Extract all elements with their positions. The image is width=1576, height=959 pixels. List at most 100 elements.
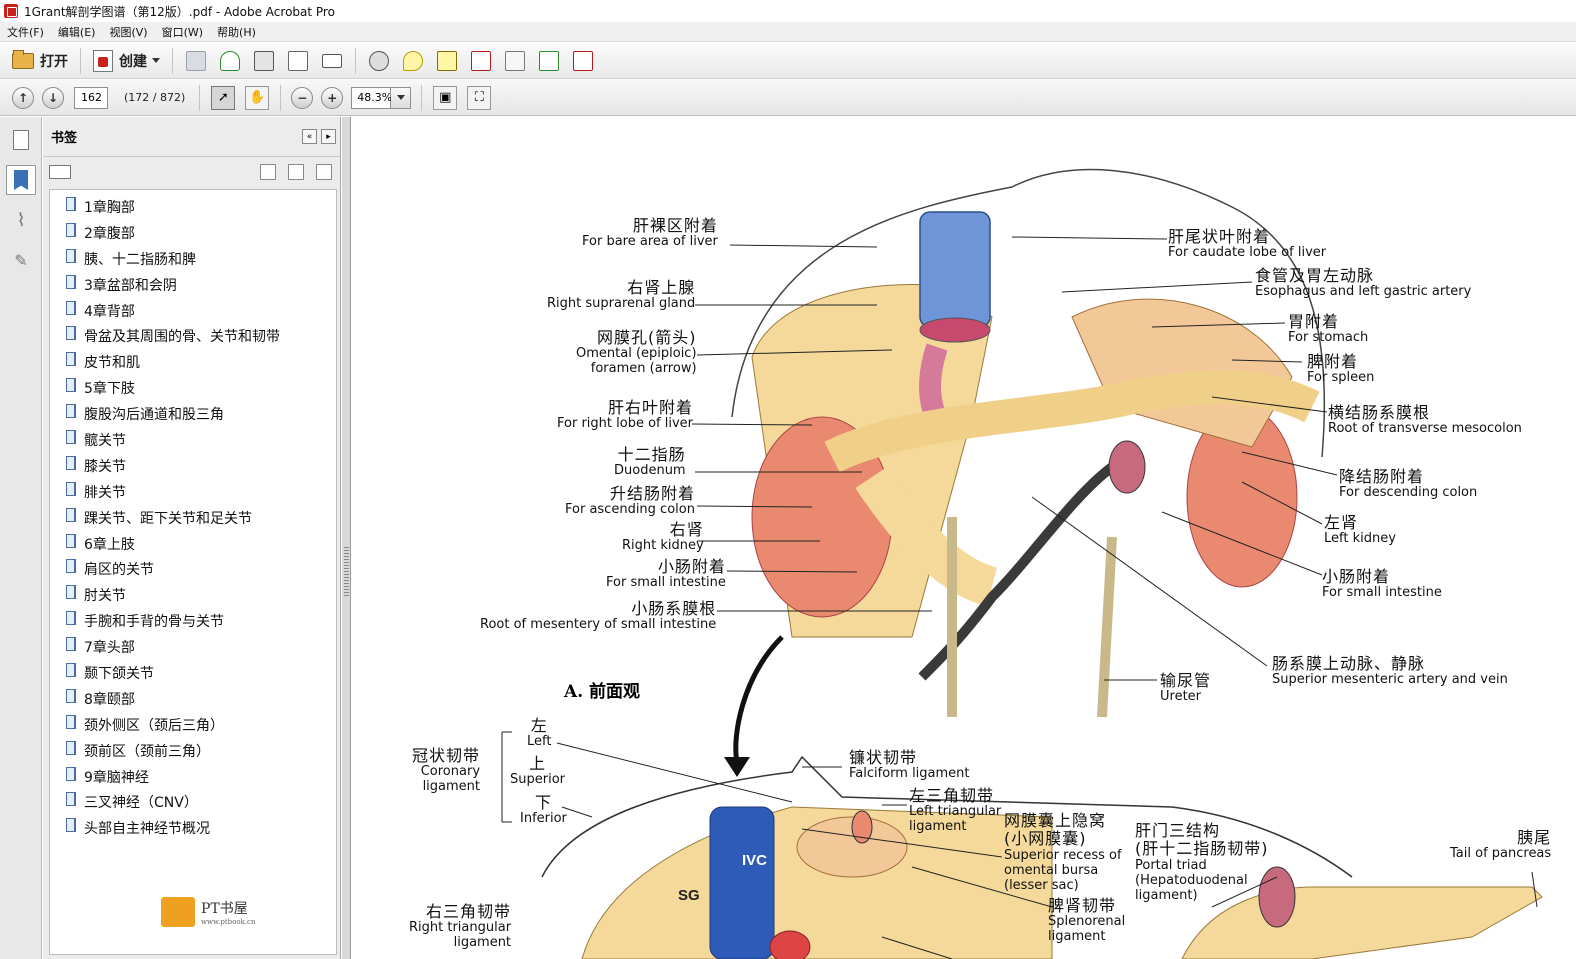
bookmark-icon (66, 196, 76, 211)
label-spleen: 脾附着 For spleen (1307, 352, 1375, 386)
open-button[interactable]: 打开 (6, 47, 74, 75)
menu-window[interactable]: 窗口(W) (155, 24, 210, 40)
bookmark-item[interactable]: 头部自主神经节概况 (50, 815, 336, 841)
bookmark-icon (66, 429, 76, 444)
full-screen-button[interactable]: ⛶ (467, 85, 492, 110)
bookmark-item[interactable]: 三叉神经（CNV） (50, 789, 336, 815)
ivc-mark: IVC (742, 852, 767, 869)
label-right-suprarenal: 右肾上腺 Right suprarenal gland (547, 278, 696, 312)
print-icon[interactable] (254, 50, 274, 71)
create-button[interactable]: 创建 (87, 47, 166, 75)
email-icon[interactable] (322, 53, 342, 68)
export-icon[interactable] (539, 50, 559, 71)
label-small-intestine-left: 小肠附着 For small intestine (606, 557, 726, 591)
zoom-dropdown[interactable] (391, 86, 412, 109)
bookmark-item[interactable]: 4章背部 (50, 298, 336, 324)
fit-page-button[interactable]: ▣ (433, 85, 458, 110)
page-thumbnails-button[interactable] (6, 125, 36, 155)
signature-icon: ✎ (14, 250, 28, 270)
previous-page-button[interactable]: ↑ (12, 86, 34, 109)
toolbar-separator (421, 84, 423, 111)
bookmark-item[interactable]: 颈前区（颈前三角） (50, 738, 336, 764)
arrow-up-icon: ↑ (17, 90, 29, 105)
bookmark-item[interactable]: 7章头部 (50, 634, 336, 660)
bookmark-item[interactable]: 膝关节 (50, 453, 336, 479)
bookmark-label: 头部自主神经节概况 (84, 821, 210, 838)
bookmark-item[interactable]: 3章盆部和会阴 (50, 272, 336, 298)
bookmark-icon (66, 766, 76, 781)
bookmark-item[interactable]: 髋关节 (50, 427, 336, 453)
zoom-out-button[interactable]: − (291, 86, 314, 109)
menu-view[interactable]: 视图(V) (102, 24, 154, 40)
menu-file[interactable]: 文件(F) (0, 24, 51, 40)
bookmark-item[interactable]: 6章上肢 (50, 531, 336, 557)
comment-icon[interactable] (403, 50, 423, 71)
bookmark-item[interactable]: 9章脑神经 (50, 764, 336, 790)
expand-bookmark-icon[interactable] (316, 164, 332, 180)
bookmark-item[interactable]: 1章胸部 (50, 194, 336, 220)
delete-bookmark-icon[interactable] (260, 164, 276, 180)
zoom-in-button[interactable]: + (321, 86, 344, 109)
bookmark-icon (66, 792, 76, 807)
bookmark-label: 肩区的关节 (84, 562, 154, 579)
bookmarks-header: 书签 « ▸ (43, 117, 340, 157)
label-coronary-ligament: 冠状韧带 Coronary ligament (412, 746, 481, 795)
label-caudate-lobe: 肝尾状叶附着 For caudate lobe of liver (1168, 227, 1327, 261)
bookmark-item[interactable]: 皮节和肌 (50, 349, 336, 375)
menu-edit[interactable]: 编辑(E) (51, 24, 103, 40)
zoom-input[interactable]: 48.3% (351, 86, 392, 109)
bookmark-label: 皮节和肌 (84, 355, 140, 372)
bookmark-icon (66, 352, 76, 367)
bookmark-item[interactable]: 腹股沟后通道和股三角 (50, 401, 336, 427)
bookmark-item[interactable]: 5章下肢 (50, 375, 336, 401)
sign-icon[interactable] (437, 50, 457, 71)
gear-icon[interactable] (369, 50, 389, 71)
hand-tool-button[interactable]: ✋ (245, 85, 270, 110)
bookmark-label: 髋关节 (84, 432, 126, 449)
select-tool-button[interactable]: ➚ (211, 85, 236, 110)
options-menu-icon[interactable] (49, 165, 71, 179)
bookmark-item[interactable]: 踝关节、距下关节和足关节 (50, 505, 336, 531)
bookmark-item[interactable]: 肩区的关节 (50, 556, 336, 582)
signatures-button[interactable]: ✎ (6, 245, 36, 275)
bookmark-label: 1章胸部 (84, 199, 135, 216)
bookmark-item[interactable]: 胰、十二指肠和脾 (50, 246, 336, 272)
document-view[interactable]: IVC SG 肝裸区附着 For bare area of liver 右肾上腺… (352, 117, 1576, 959)
bookmark-icon (66, 378, 76, 393)
upload-cloud-icon[interactable] (220, 50, 240, 71)
document-properties-icon[interactable] (505, 50, 525, 71)
bookmark-label: 肘关节 (84, 588, 126, 605)
attachments-button[interactable]: ⌇ (6, 205, 36, 235)
next-page-button[interactable]: ↓ (42, 86, 64, 109)
book-logo-icon (161, 897, 195, 927)
form-edit-icon[interactable] (573, 50, 593, 71)
panel-splitter[interactable] (342, 117, 351, 959)
bookmark-item[interactable]: 手腕和手背的骨与关节 (50, 608, 336, 634)
bookmark-label: 3章盆部和会阴 (84, 277, 177, 294)
bookmark-label: 腹股沟后通道和股三角 (84, 407, 224, 424)
edit-document-icon[interactable] (288, 50, 308, 71)
bookmark-icon (66, 559, 76, 574)
menu-help[interactable]: 帮助(H) (210, 24, 263, 40)
panel-menu-button[interactable]: ▸ (321, 129, 336, 144)
bookmarks-button[interactable] (6, 165, 36, 195)
label-sma-smv: 肠系膜上动脉、静脉 Superior mesenteric artery and… (1272, 654, 1508, 688)
bookmark-label: 5章下肢 (84, 381, 135, 398)
bookmark-item[interactable]: 腓关节 (50, 479, 336, 505)
bookmark-label: 9章脑神经 (84, 769, 149, 786)
collapse-panel-button[interactable]: « (302, 129, 317, 144)
save-icon[interactable] (186, 50, 206, 71)
bookmark-item[interactable]: 8章颐部 (50, 686, 336, 712)
bookmark-item[interactable]: 颈外侧区（颈后三角） (50, 712, 336, 738)
bookmark-item[interactable]: 骨盆及其周围的骨、关节和韧带 (50, 323, 336, 349)
bookmark-item[interactable]: 2章腹部 (50, 220, 336, 246)
new-bookmark-icon[interactable] (288, 164, 304, 180)
bookmark-icon (66, 481, 76, 496)
sg-mark: SG (678, 887, 700, 904)
bookmark-item[interactable]: 颞下颌关节 (50, 660, 336, 686)
page-number-input[interactable]: 162 (74, 86, 108, 109)
bookmark-icon (66, 222, 76, 237)
cursor-icon: ➚ (217, 90, 229, 105)
secure-document-icon[interactable] (471, 50, 491, 71)
bookmark-item[interactable]: 肘关节 (50, 582, 336, 608)
